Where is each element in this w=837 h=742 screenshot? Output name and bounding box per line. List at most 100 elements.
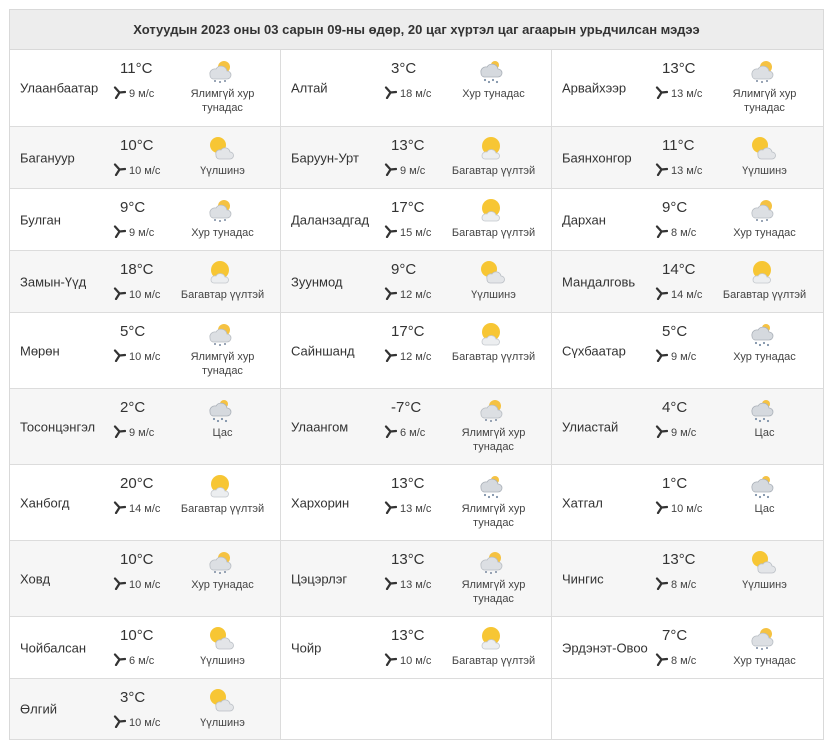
temperature: 10°C	[120, 551, 154, 568]
forecast-row: Улаанбаатар 11°C 9 м/с Ялимгүй хур тунадас А…	[10, 50, 823, 127]
city-forecast-cell: Замын-Үүд 18°C 10 м/с Багавтар үүлтэй	[10, 251, 281, 312]
weather-description: Ялимгүй хур тунадас	[190, 351, 255, 377]
city-name: Ховд	[20, 571, 51, 586]
temperature-value: -7	[391, 399, 405, 416]
cloud-snow-icon	[476, 473, 506, 499]
temperature-value: 13	[391, 551, 408, 568]
wind: 9 м/с	[655, 425, 696, 441]
cloud-sun-snow-icon	[205, 321, 235, 347]
temperature-unit: °C	[678, 551, 696, 568]
wind-icon	[384, 653, 400, 669]
temperature-value: 10	[120, 551, 137, 568]
city-forecast-cell: Цэцэрлэг 13°C 13 м/с Ялимгүй хур тунадас	[281, 541, 552, 616]
empty-cell	[552, 679, 823, 739]
city-forecast-cell: Булган 9°C 9 м/с Хур тунадас	[10, 189, 281, 250]
weather-description: Хур тунадас	[191, 579, 254, 591]
temperature-unit: °C	[670, 199, 688, 216]
temperature-unit: °C	[128, 399, 146, 416]
temperature-value: 13	[662, 60, 679, 77]
temperature: 17°C	[391, 199, 425, 216]
wind: 12 м/с	[384, 349, 431, 365]
weather-description: Ялимгүй хур тунадас	[732, 88, 797, 114]
wind-icon	[384, 501, 400, 517]
temperature-unit: °C	[399, 60, 417, 77]
sun-cloud-icon	[205, 135, 235, 161]
weather-description: Багавтар үүлтэй	[722, 289, 807, 301]
wind-speed: 9 м/с	[671, 427, 697, 439]
wind-speed: 13 м/с	[400, 579, 432, 591]
temperature-unit: °C	[135, 60, 153, 77]
cloud-snow-icon	[205, 397, 235, 423]
temperature: 13°C	[662, 551, 696, 568]
wind-speed: 14 м/с	[129, 503, 161, 515]
wind: 9 м/с	[113, 425, 154, 441]
wind-icon	[113, 163, 129, 179]
wind: 9 м/с	[384, 163, 425, 179]
temperature-unit: °C	[404, 399, 422, 416]
wind-speed: 13 м/с	[671, 165, 703, 177]
sun-cloud-icon	[205, 625, 235, 651]
weather-description: Хур тунадас	[191, 227, 254, 239]
cloud-sun-snow-icon	[476, 549, 506, 575]
wind: 10 м/с	[113, 715, 160, 731]
temperature-unit: °C	[678, 261, 696, 278]
city-name: Зуунмод	[291, 274, 343, 289]
wind-speed: 9 м/с	[400, 165, 426, 177]
wind-icon	[113, 86, 129, 102]
temperature-unit: °C	[136, 261, 154, 278]
wind-speed: 8 м/с	[671, 579, 697, 591]
wind-icon	[384, 577, 400, 593]
weather-description: Ялимгүй хур тунадас	[190, 88, 255, 114]
weather-description: Хур тунадас	[462, 88, 525, 100]
forecast-row: Булган 9°C 9 м/с Хур тунадас Даланзадгад 17°C…	[10, 189, 823, 251]
temperature-unit: °C	[678, 60, 696, 77]
wind-icon	[655, 86, 671, 102]
temperature: 4°C	[662, 399, 687, 416]
cloud-sun-snow-icon	[205, 58, 235, 84]
weather-description: Хур тунадас	[733, 655, 796, 667]
city-forecast-cell: Баруун-Урт 13°C 9 м/с Багавтар үүлтэй	[281, 127, 552, 188]
temperature: 5°C	[120, 323, 145, 340]
wind-icon	[655, 501, 671, 517]
wind-speed: 12 м/с	[400, 289, 432, 301]
temperature-unit: °C	[407, 551, 425, 568]
wind: 8 м/с	[655, 653, 696, 669]
city-forecast-cell: Дархан 9°C 8 м/с Хур тунадас	[552, 189, 823, 250]
wind: 13 м/с	[384, 501, 431, 517]
temperature: 3°C	[120, 689, 145, 706]
temperature-unit: °C	[670, 627, 688, 644]
city-forecast-cell: Мандалговь 14°C 14 м/с Багавтар үүлтэй	[552, 251, 823, 312]
wind: 10 м/с	[655, 501, 702, 517]
temperature: 11°C	[120, 60, 152, 77]
temperature: 9°C	[662, 199, 687, 216]
city-forecast-cell: Даланзадгад 17°C 15 м/с Багавтар үүлтэй	[281, 189, 552, 250]
cloud-snow-icon	[747, 321, 777, 347]
temperature-unit: °C	[136, 627, 154, 644]
weather-description: Үүлшинэ	[200, 165, 245, 177]
temperature-unit: °C	[399, 261, 417, 278]
forecast-row: Ховд 10°C 10 м/с Хур тунадас Цэцэрлэг 13°C 13 …	[10, 541, 823, 617]
wind-icon	[384, 163, 400, 179]
city-forecast-cell: Эрдэнэт-Овоо 7°C 8 м/с Хур тунадас	[552, 617, 823, 678]
temperature-value: 17	[391, 323, 408, 340]
temperature: 7°C	[662, 627, 687, 644]
wind-icon	[113, 225, 129, 241]
city-name: Арвайхээр	[562, 80, 627, 96]
wind-icon	[113, 425, 129, 441]
temperature-unit: °C	[136, 137, 154, 154]
temperature-unit: °C	[136, 475, 154, 492]
city-name: Баянхонгор	[562, 150, 632, 165]
weather-description: Үүлшинэ	[200, 655, 245, 667]
temperature: 10°C	[120, 627, 154, 644]
city-name: Сүхбаатар	[562, 343, 626, 358]
cloud-snow-icon	[476, 58, 506, 84]
wind-speed: 10 м/с	[129, 579, 161, 591]
weather-description: Үүлшинэ	[742, 579, 787, 591]
wind: 6 м/с	[384, 425, 425, 441]
wind-icon	[384, 287, 400, 303]
city-name: Чойр	[291, 640, 322, 655]
sun-cloud-icon	[476, 259, 506, 285]
wind-speed: 10 м/с	[671, 503, 703, 515]
temperature-unit: °C	[407, 475, 425, 492]
wind: 13 м/с	[384, 577, 431, 593]
